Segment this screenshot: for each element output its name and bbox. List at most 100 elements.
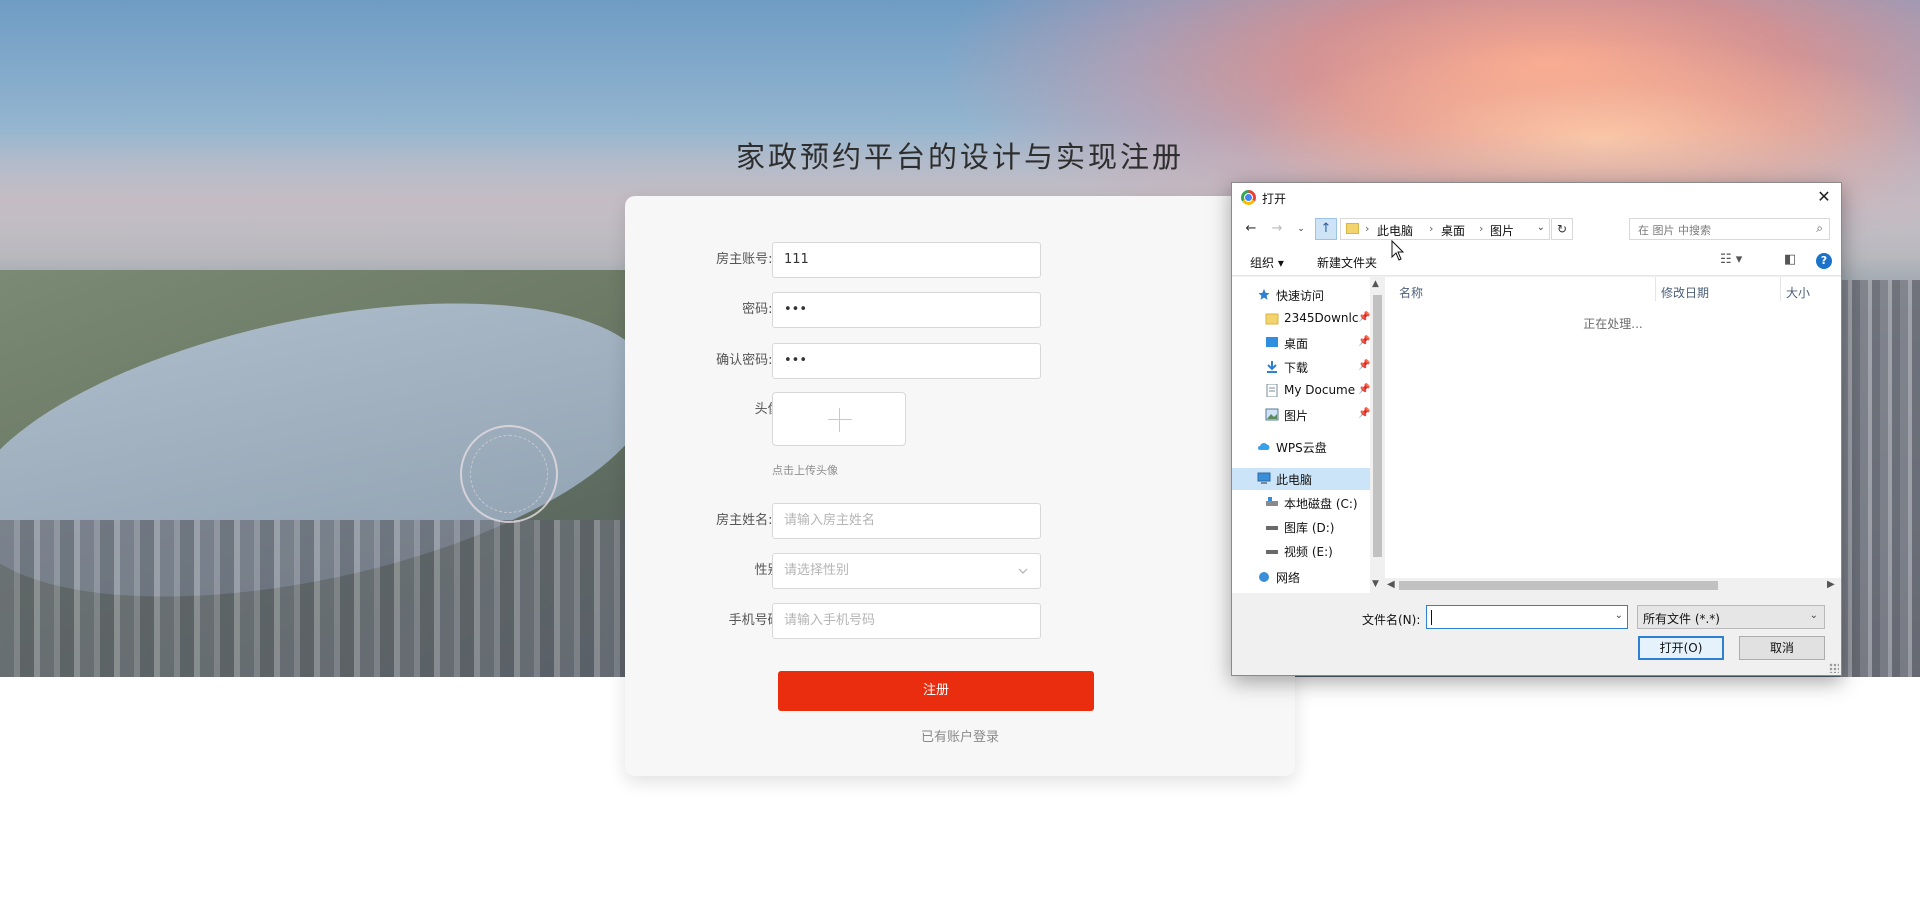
document-icon	[1266, 384, 1278, 397]
scroll-left-icon[interactable]: ◀	[1387, 579, 1395, 590]
organize-menu[interactable]: 组织 ▾	[1250, 254, 1284, 271]
forward-arrow-icon[interactable]: →	[1268, 220, 1286, 238]
filename-label: 文件名(N):	[1362, 613, 1421, 627]
pin-icon: 📌	[1358, 408, 1370, 419]
nav-item-wps-cloud[interactable]: WPS云盘	[1232, 436, 1370, 458]
avatar-row: 头像:	[625, 392, 1295, 428]
pin-icon: 📌	[1358, 360, 1370, 371]
back-arrow-icon[interactable]: ←	[1242, 220, 1260, 238]
chrome-icon	[1241, 190, 1256, 205]
status-text: 正在处理...	[1583, 317, 1643, 331]
dialog-bottom-panel: 文件名(N): ⌄ 所有文件 (*.*) ⌄ 打开(O) 取消	[1232, 593, 1841, 675]
scroll-down-icon[interactable]: ▼	[1372, 579, 1379, 589]
scrollbar-thumb[interactable]	[1373, 295, 1382, 557]
network-icon	[1259, 572, 1269, 582]
breadcrumb-item[interactable]: 此电脑	[1377, 222, 1413, 239]
phone-row: 手机号码: 请输入手机号码	[625, 603, 1295, 639]
password-input[interactable]: •••	[772, 292, 1041, 328]
nav-item-network[interactable]: 网络	[1232, 566, 1370, 588]
avatar-upload[interactable]	[772, 392, 906, 446]
dialog-titlebar[interactable]: 打开 ✕	[1232, 183, 1841, 212]
nav-item-drive-e[interactable]: 视频 (E:)	[1232, 540, 1370, 562]
nav-item-2345downloads[interactable]: 2345Downlc 📌	[1232, 308, 1370, 330]
refresh-icon[interactable]: ↻	[1551, 218, 1573, 240]
column-divider[interactable]	[1655, 277, 1656, 301]
column-header-name[interactable]: 名称	[1399, 284, 1423, 301]
password-row: 密码:* •••	[625, 292, 1295, 328]
cancel-button[interactable]: 取消	[1739, 636, 1825, 660]
navigation-pane: 快速访问 2345Downlc 📌 桌面 📌 下载 📌 My Docume 📌 …	[1232, 277, 1370, 593]
file-open-dialog: 打开 ✕ ← → ⌄ ↑ › 此电脑 › 桌面 › 图片 ⌄ ↻ 在 图片 中搜…	[1231, 182, 1842, 676]
filetype-select[interactable]: 所有文件 (*.*) ⌄	[1637, 605, 1825, 629]
account-row: 房主账号:* 111	[625, 242, 1295, 278]
right-city-buildings	[1840, 280, 1920, 677]
ferris-wheel	[460, 425, 558, 523]
confirm-password-input[interactable]: •••	[772, 343, 1041, 379]
register-card: 房主账号:* 111 密码:* ••• 确认密码:* ••• 头像: 点击上传头…	[625, 196, 1295, 776]
register-button[interactable]: 注册	[778, 671, 1094, 711]
account-input[interactable]: 111	[772, 242, 1041, 278]
path-breadcrumb[interactable]: › 此电脑 › 桌面 › 图片 ⌄	[1340, 218, 1550, 240]
text-caret	[1431, 610, 1432, 625]
folder-icon	[1346, 223, 1359, 234]
pin-icon: 📌	[1358, 384, 1370, 395]
nav-item-this-pc[interactable]: 此电脑	[1232, 468, 1370, 490]
filetype-value: 所有文件 (*.*)	[1643, 612, 1720, 626]
folder-icon	[1265, 313, 1279, 325]
scroll-up-icon[interactable]: ▲	[1372, 279, 1379, 289]
column-divider[interactable]	[1780, 277, 1781, 301]
open-button[interactable]: 打开(O)	[1638, 636, 1724, 660]
close-icon[interactable]: ✕	[1813, 186, 1835, 208]
gender-placeholder: 请选择性别	[784, 563, 850, 578]
pin-icon: 📌	[1358, 312, 1370, 323]
nav-item-drive-d[interactable]: 图库 (D:)	[1232, 516, 1370, 538]
column-header-size[interactable]: 大小	[1786, 284, 1810, 301]
drive-icon	[1266, 526, 1278, 530]
breadcrumb-separator-icon: ›	[1365, 222, 1370, 235]
chevron-down-icon: ⌄	[1809, 610, 1818, 621]
chevron-down-icon[interactable]: ⌄	[1615, 610, 1623, 621]
recent-locations-chevron-icon[interactable]: ⌄	[1292, 220, 1310, 238]
cloud-icon	[1258, 442, 1270, 450]
upload-hint: 点击上传头像	[772, 464, 838, 477]
search-placeholder: 在 图片 中搜索	[1638, 224, 1711, 237]
nav-item-my-documents[interactable]: My Docume 📌	[1232, 380, 1370, 402]
nav-item-quick-access[interactable]: 快速访问	[1232, 284, 1370, 306]
gender-select[interactable]: 请选择性别	[772, 553, 1041, 589]
resize-grip-icon[interactable]	[1829, 663, 1839, 673]
breadcrumb-item[interactable]: 桌面	[1441, 222, 1465, 239]
chevron-down-icon	[1018, 568, 1028, 574]
up-arrow-icon[interactable]: ↑	[1315, 218, 1337, 240]
drive-icon	[1266, 497, 1278, 506]
search-input[interactable]: 在 图片 中搜索 ⌕	[1629, 218, 1830, 240]
scrollbar-thumb[interactable]	[1399, 581, 1718, 590]
help-icon[interactable]: ?	[1816, 253, 1832, 269]
gender-row: 性别: 请选择性别	[625, 553, 1295, 589]
pictures-icon	[1265, 408, 1279, 421]
preview-pane-icon[interactable]: ◧	[1784, 252, 1796, 267]
phone-input[interactable]: 请输入手机号码	[772, 603, 1041, 639]
nav-vertical-scrollbar[interactable]: ▲ ▼	[1370, 277, 1385, 593]
plus-icon	[828, 419, 852, 420]
plus-icon-vertical	[839, 408, 840, 432]
nav-item-desktop[interactable]: 桌面 📌	[1232, 332, 1370, 354]
owner-name-row: 房主姓名:* 请输入房主姓名	[625, 503, 1295, 539]
breadcrumb-item[interactable]: 图片	[1490, 222, 1514, 239]
search-icon: ⌕	[1816, 221, 1823, 235]
view-options-icon[interactable]: ☷ ▾	[1720, 252, 1742, 267]
file-horizontal-scrollbar[interactable]: ◀ ▶	[1385, 578, 1841, 593]
file-list-pane: 名称 修改日期 大小 正在处理...	[1385, 277, 1841, 593]
filename-input[interactable]: ⌄	[1426, 605, 1628, 629]
breadcrumb-separator-icon: ›	[1429, 222, 1434, 235]
login-link[interactable]: 已有账户登录	[625, 726, 1295, 745]
scroll-right-icon[interactable]: ▶	[1827, 579, 1835, 590]
nav-item-downloads[interactable]: 下载 📌	[1232, 356, 1370, 378]
new-folder-button[interactable]: 新建文件夹	[1317, 254, 1377, 271]
column-header-date[interactable]: 修改日期	[1661, 284, 1709, 301]
nav-item-pictures[interactable]: 图片 📌	[1232, 404, 1370, 426]
nav-item-drive-c[interactable]: 本地磁盘 (C:)	[1232, 492, 1370, 514]
chevron-down-icon[interactable]: ⌄	[1537, 222, 1545, 233]
owner-name-input[interactable]: 请输入房主姓名	[772, 503, 1041, 539]
page-title: 家政预约平台的设计与实现注册	[735, 140, 1184, 174]
desktop-icon	[1266, 337, 1278, 347]
